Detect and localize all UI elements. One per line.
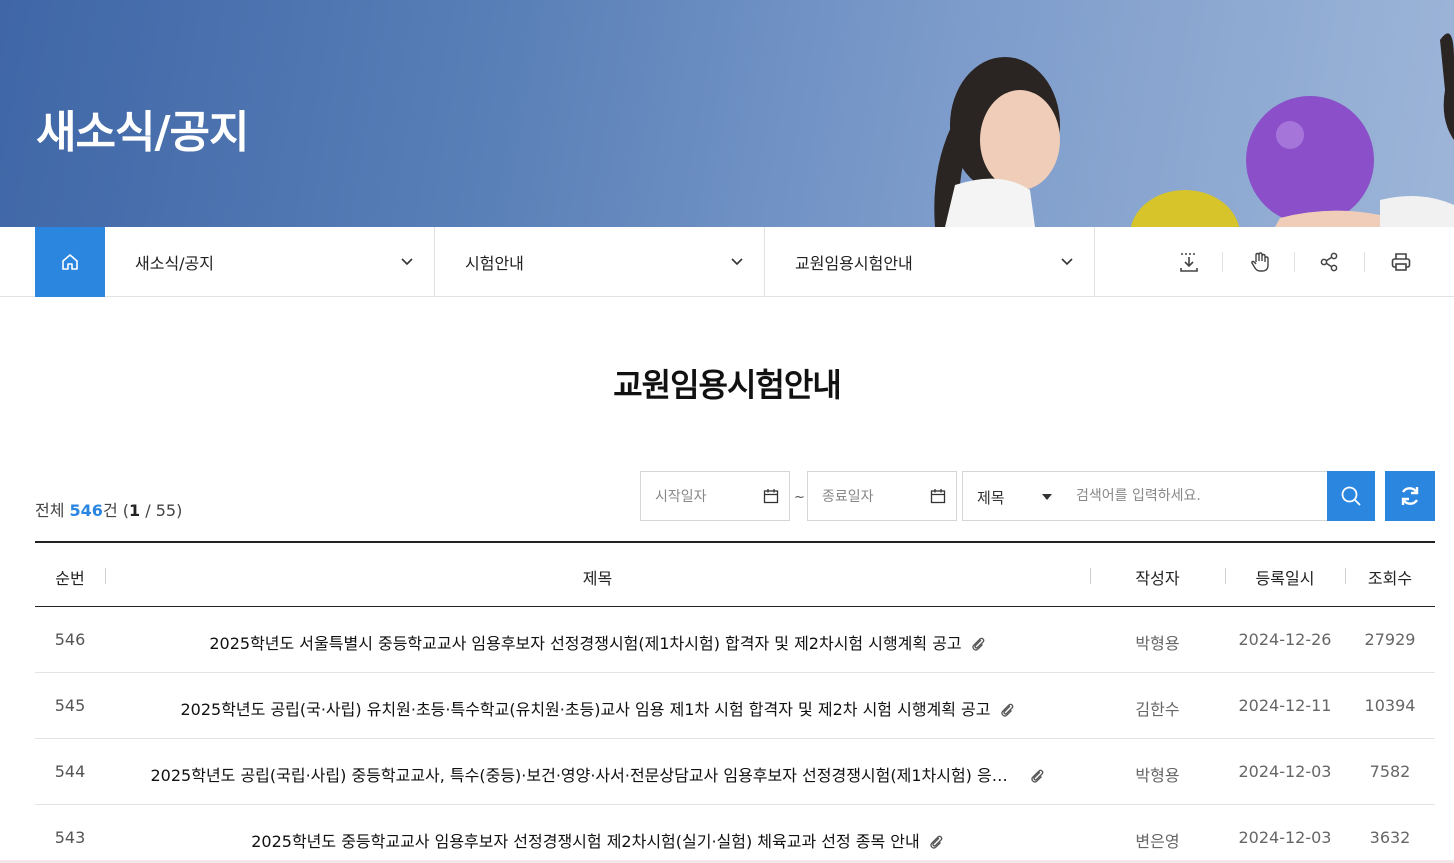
row-title: 2025학년도 중등학교교사 임용후보자 선정경쟁시험 제2차시험(실기·실험)… <box>251 832 920 851</box>
row-num: 543 <box>54 828 86 847</box>
nav-dropdown-label: 시험안내 <box>465 254 524 273</box>
share-icon <box>1320 252 1338 272</box>
table-row[interactable]: 544 2025학년도 공립(국립·사립) 중등학교교사, 특수(중등)·보건·… <box>35 739 1435 805</box>
end-date-placeholder: 종료일자 <box>822 489 874 505</box>
header-num: 순번 <box>55 569 85 588</box>
table-row[interactable]: 543 2025학년도 중등학교교사 임용후보자 선정경쟁시험 제2차시험(실기… <box>35 805 1435 863</box>
row-num: 544 <box>54 762 86 781</box>
attachment-icon <box>930 835 943 849</box>
date-range-separator: ~ <box>794 490 805 505</box>
current-page: 1 <box>129 501 141 520</box>
attachment-icon <box>1000 703 1013 717</box>
search-icon <box>1341 486 1361 506</box>
touch-guide-button[interactable] <box>1242 244 1278 280</box>
nav-dropdown-2[interactable]: 시험안내 <box>435 227 765 297</box>
start-date-placeholder: 시작일자 <box>655 489 707 505</box>
table-row[interactable]: 546 2025학년도 서울특별시 중등학교교사 임용후보자 선정경쟁시험(제1… <box>35 607 1435 673</box>
chevron-down-icon <box>731 258 743 266</box>
home-icon <box>62 254 78 270</box>
header-views: 조회수 <box>1367 569 1413 588</box>
search-input[interactable] <box>1062 471 1328 521</box>
row-views: 27929 <box>1364 630 1416 649</box>
result-count: 전체 546건 (1 / 55) <box>35 497 182 521</box>
row-title-link[interactable]: 2025학년도 공립(국·사립) 유치원·초등·특수학교(유치원·초등)교사 임… <box>105 696 1090 720</box>
hero-banner: 새소식/공지 <box>0 0 1454 227</box>
tool-divider <box>1364 252 1365 272</box>
print-icon <box>1391 253 1411 271</box>
header-title: 제목 <box>582 569 613 588</box>
share-button[interactable] <box>1311 244 1347 280</box>
row-views: 3632 <box>1369 828 1411 847</box>
calendar-icon[interactable] <box>930 488 946 504</box>
header-date: 등록일시 <box>1255 569 1315 588</box>
header-author: 작성자 <box>1135 569 1180 588</box>
row-date: 2024-12-11 <box>1238 696 1332 715</box>
refresh-icon <box>1401 487 1419 505</box>
search-field-select[interactable]: 제목 <box>962 471 1063 521</box>
row-author: 박형용 <box>1135 634 1180 653</box>
end-date-field[interactable]: 종료일자 <box>807 471 957 521</box>
reset-button[interactable] <box>1385 471 1435 521</box>
attachment-icon <box>971 637 985 651</box>
search-button[interactable] <box>1327 471 1375 521</box>
nav-dropdown-label: 새소식/공지 <box>135 254 214 273</box>
row-views: 10394 <box>1364 696 1416 715</box>
notice-table: 순번 제목 작성자 등록일시 조회수 546 2025학년도 서울특별시 중등학… <box>35 541 1435 863</box>
row-title-link[interactable]: 2025학년도 서울특별시 중등학교교사 임용후보자 선정경쟁시험(제1차시험)… <box>105 630 1090 654</box>
count-unit: 건 ( <box>102 501 129 520</box>
table-header: 순번 제목 작성자 등록일시 조회수 <box>35 543 1435 607</box>
row-num: 546 <box>54 630 86 649</box>
row-title-link[interactable]: 2025학년도 공립(국립·사립) 중등학교교사, 특수(중등)·보건·영양·사… <box>105 762 1090 786</box>
caret-down-icon <box>1042 494 1052 500</box>
row-title: 2025학년도 공립(국립·사립) 중등학교교사, 특수(중등)·보건·영양·사… <box>150 766 1011 785</box>
row-title: 2025학년도 공립(국·사립) 유치원·초등·특수학교(유치원·초등)교사 임… <box>180 700 991 719</box>
nav-dropdown-1[interactable]: 새소식/공지 <box>105 227 435 297</box>
touch-hand-icon <box>1251 252 1269 272</box>
calendar-icon[interactable] <box>763 488 779 504</box>
count-prefix: 전체 <box>35 501 70 520</box>
attachment-icon <box>1030 769 1043 783</box>
row-title: 2025학년도 서울특별시 중등학교교사 임용후보자 선정경쟁시험(제1차시험)… <box>209 634 962 653</box>
row-author: 박형용 <box>1135 766 1180 785</box>
row-date: 2024-12-26 <box>1238 630 1332 649</box>
chevron-down-icon <box>1061 258 1073 266</box>
chevron-down-icon <box>401 258 413 266</box>
nav-dropdown-3[interactable]: 교원임용시험안내 <box>765 227 1095 297</box>
tool-divider <box>1222 252 1223 272</box>
row-title-link[interactable]: 2025학년도 중등학교교사 임용후보자 선정경쟁시험 제2차시험(실기·실험)… <box>105 828 1090 852</box>
hero-title: 새소식/공지 <box>36 107 249 158</box>
download-button[interactable] <box>1171 244 1207 280</box>
row-num: 545 <box>54 696 86 715</box>
row-author: 김한수 <box>1135 700 1180 719</box>
table-row[interactable]: 545 2025학년도 공립(국·사립) 유치원·초등·특수학교(유치원·초등)… <box>35 673 1435 739</box>
page-title: 교원임용시험안내 <box>613 366 842 404</box>
start-date-field[interactable]: 시작일자 <box>640 471 790 521</box>
location-navbar: 새소식/공지 시험안내 교원임용시험안내 <box>0 227 1454 297</box>
tool-divider <box>1294 252 1295 272</box>
search-field-value: 제목 <box>977 489 1005 507</box>
total-pages: / 55) <box>140 501 183 520</box>
total-count: 546 <box>69 501 103 520</box>
print-button[interactable] <box>1383 244 1419 280</box>
row-author: 변은영 <box>1135 832 1180 851</box>
nav-dropdown-label: 교원임용시험안내 <box>795 254 913 273</box>
row-date: 2024-12-03 <box>1238 762 1332 781</box>
download-icon <box>1180 253 1198 272</box>
row-date: 2024-12-03 <box>1238 828 1332 847</box>
row-views: 7582 <box>1369 762 1411 781</box>
home-button[interactable] <box>35 227 105 297</box>
